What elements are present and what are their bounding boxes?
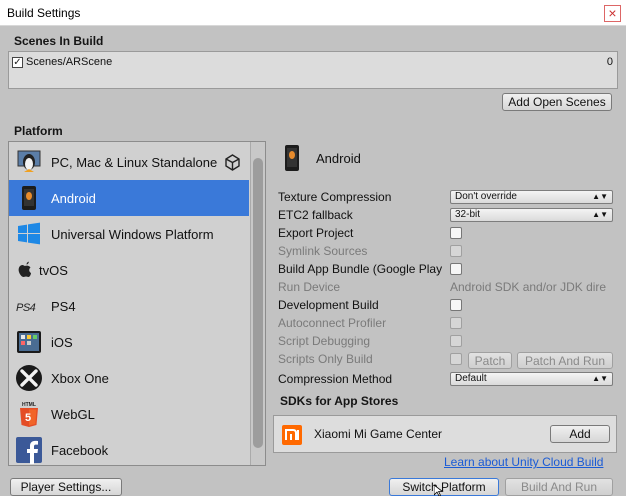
svg-text:5: 5 [25,412,31,424]
dropdown-arrow-icon: ▲▼ [592,374,608,383]
platform-item-xbox-one[interactable]: Xbox One [9,360,249,396]
platform-label: Facebook [51,443,109,458]
scene-checkbox[interactable]: ✓ [12,57,23,68]
export-project-checkbox[interactable] [450,227,462,239]
compression-method-label: Compression Method [278,372,393,386]
patch-button[interactable]: Patch [468,352,512,369]
xiaomi-icon [282,425,302,445]
platform-label: WebGL [51,407,95,422]
switch-platform-button[interactable]: Switch Platform [389,478,499,496]
script-debugging-label: Script Debugging [278,334,371,348]
texture-compression-dropdown[interactable]: Don't override ▲▼ [450,190,613,204]
script-debugging-checkbox[interactable] [450,335,462,347]
platform-label: tvOS [39,263,68,278]
window-title: Build Settings [7,6,81,20]
etc2-fallback-label: ETC2 fallback [278,208,353,222]
platform-heading: Platform [14,124,63,138]
ps4-icon: PS4 [16,302,36,314]
compression-method-value: Default [455,373,487,384]
player-settings-button[interactable]: Player Settings... [10,478,122,496]
platform-label: PS4 [51,299,76,314]
html5-icon: HTML 5 [20,402,38,427]
platform-scrollbar[interactable] [250,142,265,465]
platform-item-ps4[interactable]: PS4 PS4 [9,288,249,324]
add-open-scenes-button[interactable]: Add Open Scenes [502,93,612,111]
platform-settings-title: Android [316,151,361,166]
xbox-icon [16,365,42,391]
platform-item-tvos[interactable]: tvOS [9,252,249,288]
platform-item-facebook[interactable]: Facebook [9,432,249,465]
title-bar: Build Settings × [0,0,626,26]
scenes-heading: Scenes In Build [14,34,104,48]
development-build-label: Development Build [278,298,379,312]
scenes-list: ✓ Scenes/ARScene 0 [8,51,618,89]
dropdown-arrow-icon: ▲▼ [592,210,608,219]
platform-item-pc-mac-linux[interactable]: PC, Mac & Linux Standalone [9,144,249,180]
dropdown-arrow-icon: ▲▼ [592,192,608,201]
texture-compression-value: Don't override [455,191,517,202]
run-device-value: Android SDK and/or JDK dire [450,280,607,294]
platform-list: PC, Mac & Linux Standalone Android Unive… [8,141,266,466]
build-app-bundle-checkbox[interactable] [450,263,462,275]
platform-item-android[interactable]: Android [9,180,249,216]
symlink-sources-checkbox[interactable] [450,245,462,257]
sdks-heading: SDKs for App Stores [280,394,399,408]
compression-method-dropdown[interactable]: Default ▲▼ [450,372,613,386]
close-button[interactable]: × [604,5,621,22]
autoconnect-profiler-label: Autoconnect Profiler [278,316,387,330]
unity-icon [225,154,240,171]
android-platform-icon [285,145,299,171]
patch-and-run-button[interactable]: Patch And Run [517,352,613,369]
windows-icon [18,222,40,245]
platform-label: iOS [51,335,73,350]
ios-icon [17,331,41,353]
facebook-icon [16,437,42,464]
svg-text:PS4: PS4 [16,302,36,314]
scene-index: 0 [606,56,613,68]
platform-label: Universal Windows Platform [51,227,214,242]
platform-item-uwp[interactable]: Universal Windows Platform [9,216,249,252]
scripts-only-build-label: Scripts Only Build [278,352,373,366]
platform-label: Xbox One [51,371,109,386]
symlink-sources-label: Symlink Sources [278,244,368,258]
pc-mac-linux-icon [17,150,41,172]
platform-label: Android [51,191,96,206]
close-icon: × [608,5,617,21]
texture-compression-label: Texture Compression [278,190,392,204]
scene-name: Scenes/ARScene [26,56,113,68]
mouse-cursor-icon [434,485,444,496]
export-project-label: Export Project [278,226,354,240]
platform-label: PC, Mac & Linux Standalone [51,155,218,170]
build-app-bundle-label: Build App Bundle (Google Play [278,262,443,276]
platform-item-ios[interactable]: iOS [9,324,249,360]
etc2-fallback-dropdown[interactable]: 32-bit ▲▼ [450,208,613,222]
android-icon [22,186,36,210]
development-build-checkbox[interactable] [450,299,462,311]
run-device-label: Run Device [278,280,341,294]
autoconnect-profiler-checkbox[interactable] [450,317,462,329]
svg-text:HTML: HTML [22,402,36,408]
scrollbar-thumb[interactable] [253,158,263,448]
scripts-only-build-checkbox[interactable] [450,353,462,365]
etc2-fallback-value: 32-bit [455,209,481,220]
build-and-run-button[interactable]: Build And Run [505,478,613,496]
scene-row[interactable]: ✓ Scenes/ARScene 0 [9,52,617,70]
platform-item-webgl[interactable]: HTML 5 WebGL [9,396,249,432]
add-sdk-button[interactable]: Add [550,425,610,443]
sdk-name: Xiaomi Mi Game Center [314,427,443,441]
learn-cloud-build-link[interactable]: Learn about Unity Cloud Build [444,455,603,469]
sdk-list: Xiaomi Mi Game Center Add [273,415,617,453]
